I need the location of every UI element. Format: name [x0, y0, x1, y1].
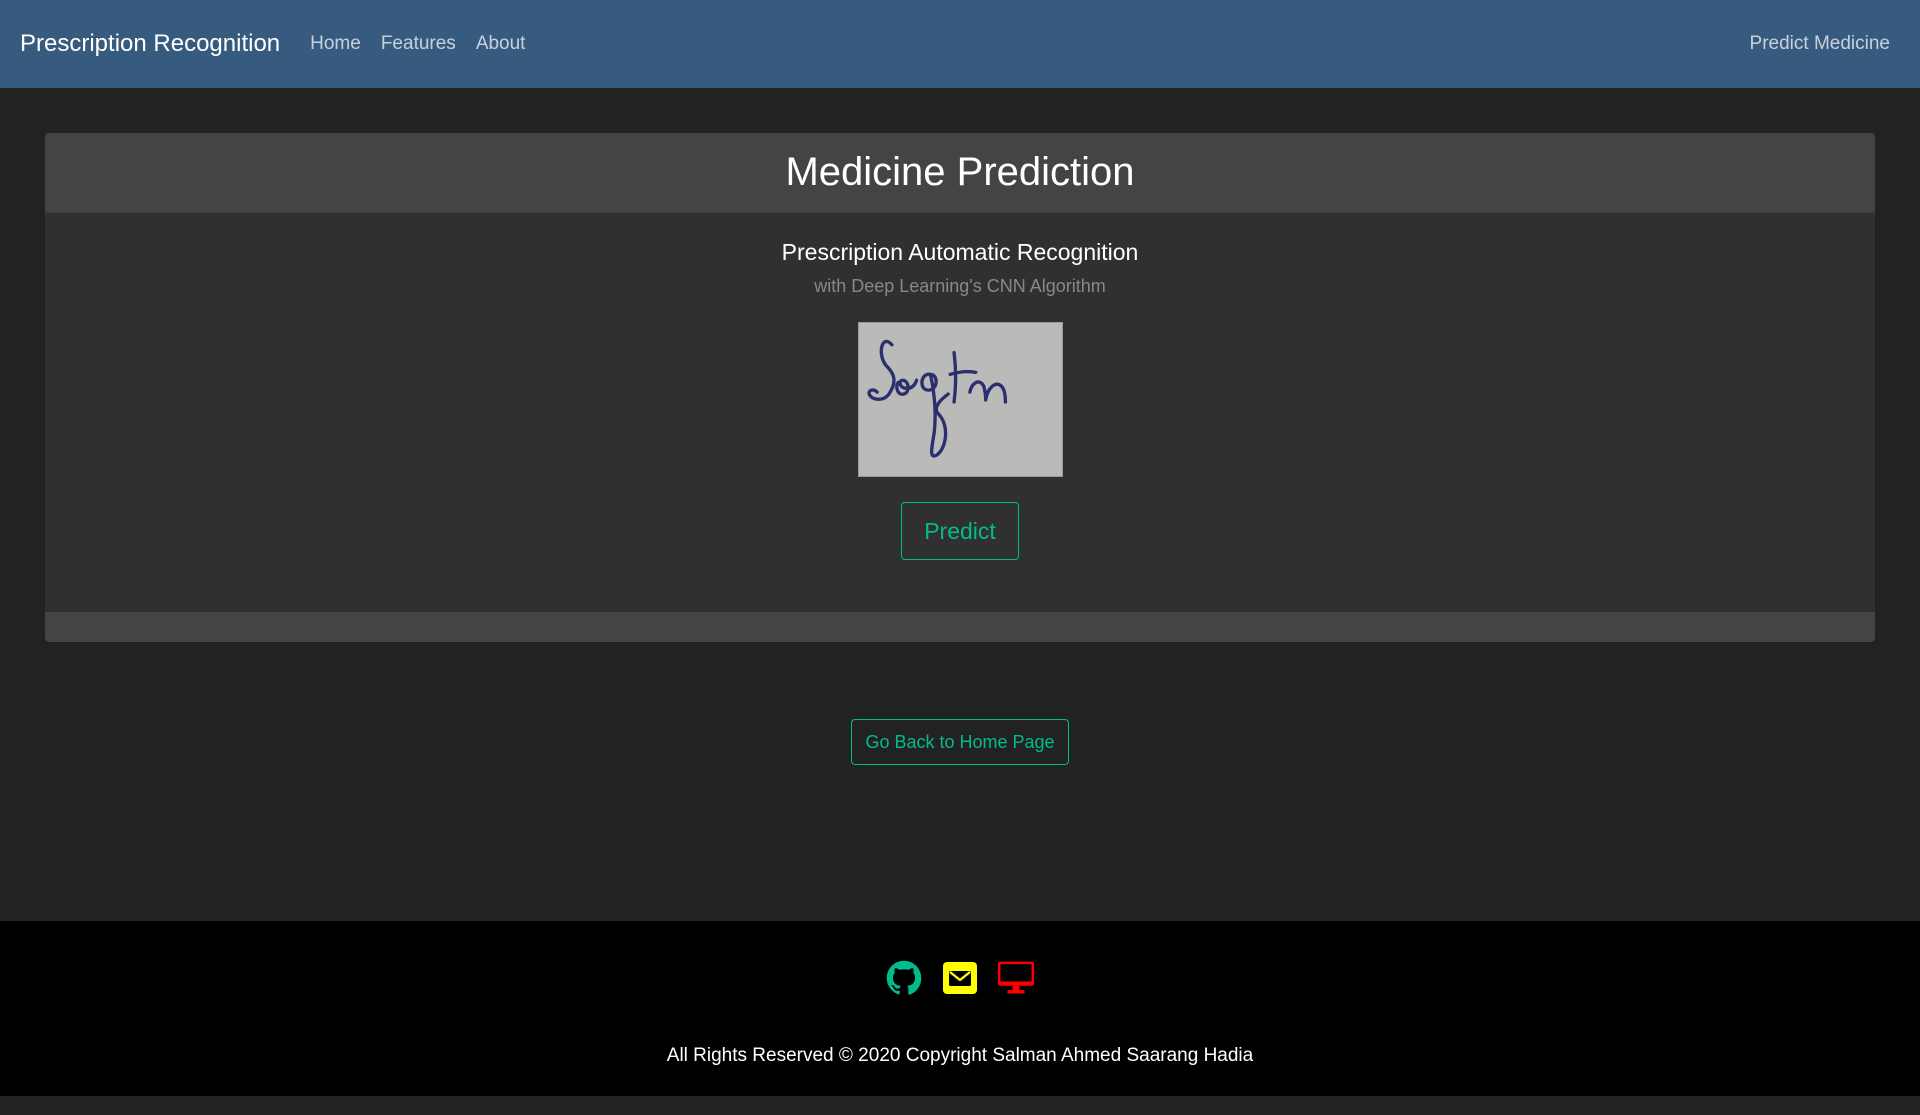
go-back-home-button[interactable]: Go Back to Home Page	[851, 719, 1069, 765]
brand-link[interactable]: Prescription Recognition	[20, 30, 280, 58]
desktop-icon	[997, 961, 1035, 994]
website-link[interactable]	[997, 957, 1035, 999]
predict-button[interactable]: Predict	[901, 502, 1019, 560]
card-header: Medicine Prediction	[45, 133, 1875, 213]
page-footer: All Rights Reserved © 2020 Copyright Sal…	[0, 921, 1920, 1096]
nav-link-home[interactable]: Home	[310, 33, 361, 55]
nav-link-predict-medicine[interactable]: Predict Medicine	[1750, 33, 1890, 55]
card-muted-text: with Deep Learning's CNN Algorithm	[814, 276, 1106, 296]
top-navbar: Prescription Recognition Home Features A…	[0, 0, 1920, 88]
nav-link-features[interactable]: Features	[381, 33, 456, 55]
footer-icons	[0, 957, 1920, 999]
prescription-image	[857, 322, 1063, 477]
card-subtitle: Prescription Automatic Recognition	[781, 239, 1139, 265]
prediction-card: Medicine Prediction Prescription Automat…	[45, 133, 1875, 642]
nav-link-about[interactable]: About	[476, 33, 526, 55]
page-title: Medicine Prediction	[785, 150, 1135, 194]
card-footer	[45, 612, 1875, 642]
github-link[interactable]	[885, 957, 923, 999]
github-icon	[886, 960, 922, 995]
mail-icon	[943, 962, 977, 994]
nav-links: Home Features About	[310, 33, 545, 55]
bottom-strip	[0, 1096, 1920, 1115]
email-link[interactable]	[941, 957, 979, 999]
card-body: Prescription Automatic Recognition with …	[45, 213, 1875, 612]
copyright-text: All Rights Reserved © 2020 Copyright Sal…	[666, 1045, 1254, 1066]
